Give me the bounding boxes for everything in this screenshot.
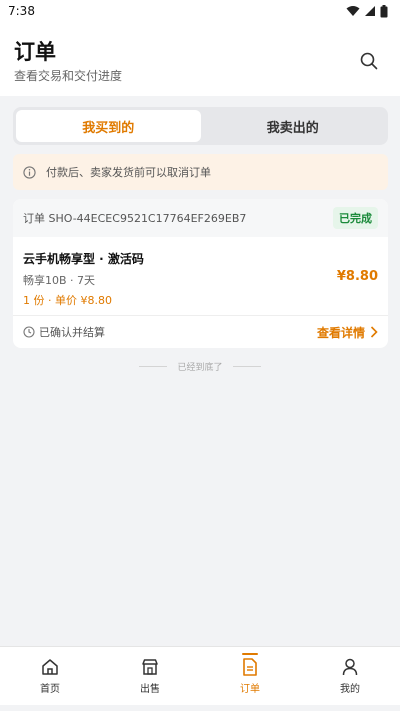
signal-icon [365, 6, 375, 16]
tab-sold[interactable]: 我卖出的 [201, 110, 386, 142]
notice-banner: 付款后、卖家发货前可以取消订单 [13, 154, 388, 190]
nav-label-profile: 我的 [340, 683, 360, 695]
document-icon [243, 657, 257, 676]
item-name: 云手机畅享型 · 激活码 [23, 252, 144, 266]
nav-item-home[interactable]: 首页 [0, 647, 100, 705]
user-icon [342, 658, 358, 675]
view-details-button[interactable]: 查看详情 [317, 324, 378, 341]
item-total-price: ¥8.80 [336, 269, 378, 284]
status-icons [346, 4, 388, 18]
page-subtitle: 查看交易和交付进度 [14, 69, 123, 83]
nav-item-orders[interactable]: 订单 [200, 647, 300, 705]
battery-icon [380, 4, 388, 17]
search-button[interactable] [356, 48, 382, 74]
clock-icon [23, 326, 35, 338]
settle-status: 已确认并结算 [23, 324, 105, 340]
notice-text: 付款后、卖家发货前可以取消订单 [46, 166, 211, 179]
page-title: 订单 [14, 40, 56, 64]
divider [232, 366, 261, 367]
active-indicator [242, 653, 258, 655]
nav-label-sell: 出售 [140, 683, 160, 695]
end-of-list: 已经到底了 [0, 360, 400, 373]
status-badge: 已完成 [333, 207, 378, 229]
nav-label-orders: 订单 [240, 683, 260, 695]
order-header: 订单 SHO-44ECEC9521C17764EF269EB7 已完成 [13, 199, 388, 237]
divider [139, 366, 168, 367]
info-icon [23, 165, 36, 179]
view-details-label: 查看详情 [316, 325, 365, 340]
nav-item-profile[interactable]: 我的 [300, 647, 400, 705]
search-icon [360, 52, 378, 70]
header: 订单 查看交易和交付进度 [0, 22, 400, 96]
settle-text: 已确认并结算 [39, 326, 105, 339]
order-item: 云手机畅享型 · 激活码 畅享10B · 7天 1 份 · 单价 ¥8.80 ¥… [13, 237, 388, 315]
store-icon [142, 658, 158, 675]
order-card[interactable]: 订单 SHO-44ECEC9521C17764EF269EB7 已完成 云手机畅… [13, 199, 388, 348]
order-id: 订单 SHO-44ECEC9521C17764EF269EB7 [23, 212, 247, 225]
order-footer: 已确认并结算 查看详情 [13, 315, 388, 348]
wifi-icon [346, 6, 360, 16]
tab-bought[interactable]: 我买到的 [16, 110, 201, 142]
nav-label-home: 首页 [40, 683, 60, 695]
system-nav-area [0, 705, 400, 711]
nav-item-sell[interactable]: 出售 [100, 647, 200, 705]
home-icon [42, 658, 58, 675]
end-of-list-text: 已经到底了 [177, 363, 223, 373]
item-quantity-price: 1 份 · 单价 ¥8.80 [23, 294, 112, 307]
chevron-right-icon [370, 326, 378, 338]
item-spec: 畅享10B · 7天 [23, 274, 96, 287]
order-tabs: 我买到的 我卖出的 [13, 107, 388, 145]
bottom-nav: 首页 出售 订单 我的 [0, 646, 400, 705]
status-bar: 7:38 [0, 0, 400, 22]
status-time: 7:38 [8, 4, 35, 18]
